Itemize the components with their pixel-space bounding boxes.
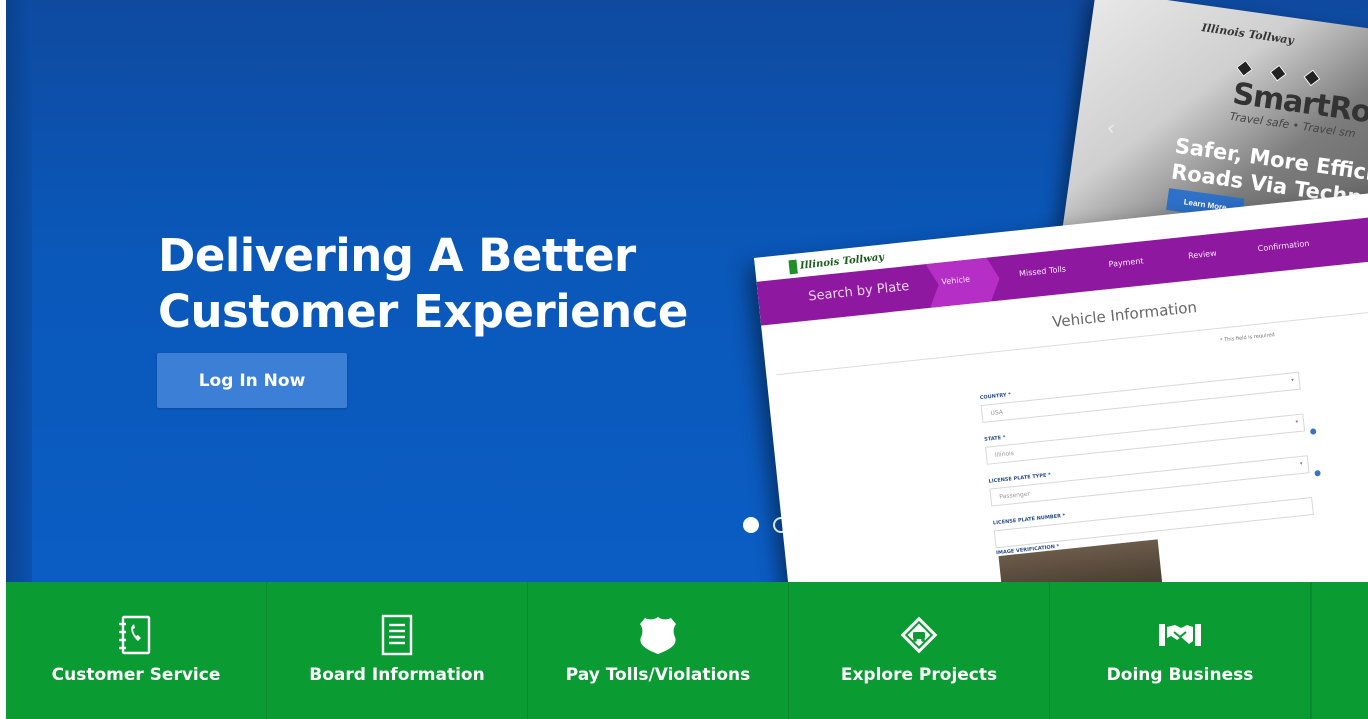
- step-confirmation: Confirmation: [1257, 238, 1310, 254]
- log-in-now-button[interactable]: Log In Now: [157, 353, 347, 408]
- tile-label: Explore Projects: [840, 665, 998, 685]
- tile-doing-business[interactable]: Doing Business: [1050, 582, 1311, 719]
- required-note: * This field is required: [1219, 332, 1276, 344]
- quick-links-bar: Customer Service Board Information Pay T…: [6, 582, 1368, 719]
- chevron-down-icon: ▾: [1290, 377, 1295, 384]
- tile-label: Pay Tolls/Violations: [565, 665, 751, 685]
- tollway-logo-icon: [788, 259, 798, 275]
- carousel-dot-2[interactable]: [773, 516, 789, 533]
- step-missed-tolls: Missed Tolls: [1018, 264, 1067, 279]
- country-field: USA ▾: [980, 371, 1301, 424]
- chevron-left-icon: ‹: [1105, 114, 1117, 140]
- tile-pay-tolls-violations[interactable]: Pay Tolls/Violations: [528, 582, 789, 719]
- tile-overflow: [1311, 582, 1368, 719]
- vehicle-info-title: Vehicle Information: [1051, 298, 1198, 332]
- state-label: STATE *: [983, 434, 1006, 443]
- state-field: Illinois ▾: [985, 413, 1306, 465]
- carousel-dot-3[interactable]: [803, 516, 819, 533]
- nav-title: Search by Plate: [807, 278, 910, 305]
- state-value: Illinois: [994, 449, 1015, 459]
- chevron-down-icon: ▾: [1299, 460, 1303, 468]
- country-label: COUNTRY *: [979, 391, 1012, 402]
- hero-edge-shade: [6, 0, 32, 582]
- carousel-dot-4[interactable]: [833, 516, 849, 533]
- carousel-dots: [743, 514, 863, 533]
- handshake-icon: [1050, 614, 1310, 656]
- hero-title-line-1: Delivering A Better: [158, 229, 636, 282]
- plate-image: [998, 539, 1164, 582]
- tile-label: Board Information: [309, 665, 485, 685]
- document-icon: [267, 614, 527, 656]
- shield-icon: [528, 614, 788, 656]
- step-review: Review: [1187, 248, 1218, 261]
- step-payment: Payment: [1108, 256, 1144, 269]
- carousel-dot-1[interactable]: [743, 516, 759, 533]
- tile-explore-projects[interactable]: Explore Projects: [789, 582, 1050, 719]
- help-icon: [1309, 428, 1317, 435]
- tile-label: Customer Service: [51, 665, 221, 685]
- front-shot-nav: Search by Plate Vehicle Missed Tolls Pay…: [756, 212, 1368, 326]
- tile-board-information[interactable]: Board Information: [267, 582, 528, 719]
- chevron-down-icon: ▾: [1295, 419, 1299, 426]
- hero-banner: Illinois Tollway SmartRo Travel safe • T…: [6, 0, 1368, 582]
- tile-label: Doing Business: [1106, 665, 1254, 685]
- plate-type-value: Passenger: [998, 490, 1031, 501]
- back-shot-brand: Illinois Tollway: [1200, 21, 1295, 47]
- plate-type-field: Passenger ▾: [989, 455, 1310, 507]
- phone-book-icon: [6, 614, 266, 656]
- help-icon: [1314, 469, 1321, 477]
- country-value: USA: [990, 408, 1004, 418]
- road-sign-icon: [789, 614, 1049, 656]
- tile-customer-service[interactable]: Customer Service: [6, 582, 267, 719]
- hero-title-line-2: Customer Experience: [158, 285, 688, 338]
- hero-title: Delivering A Better Customer Experience: [158, 228, 688, 340]
